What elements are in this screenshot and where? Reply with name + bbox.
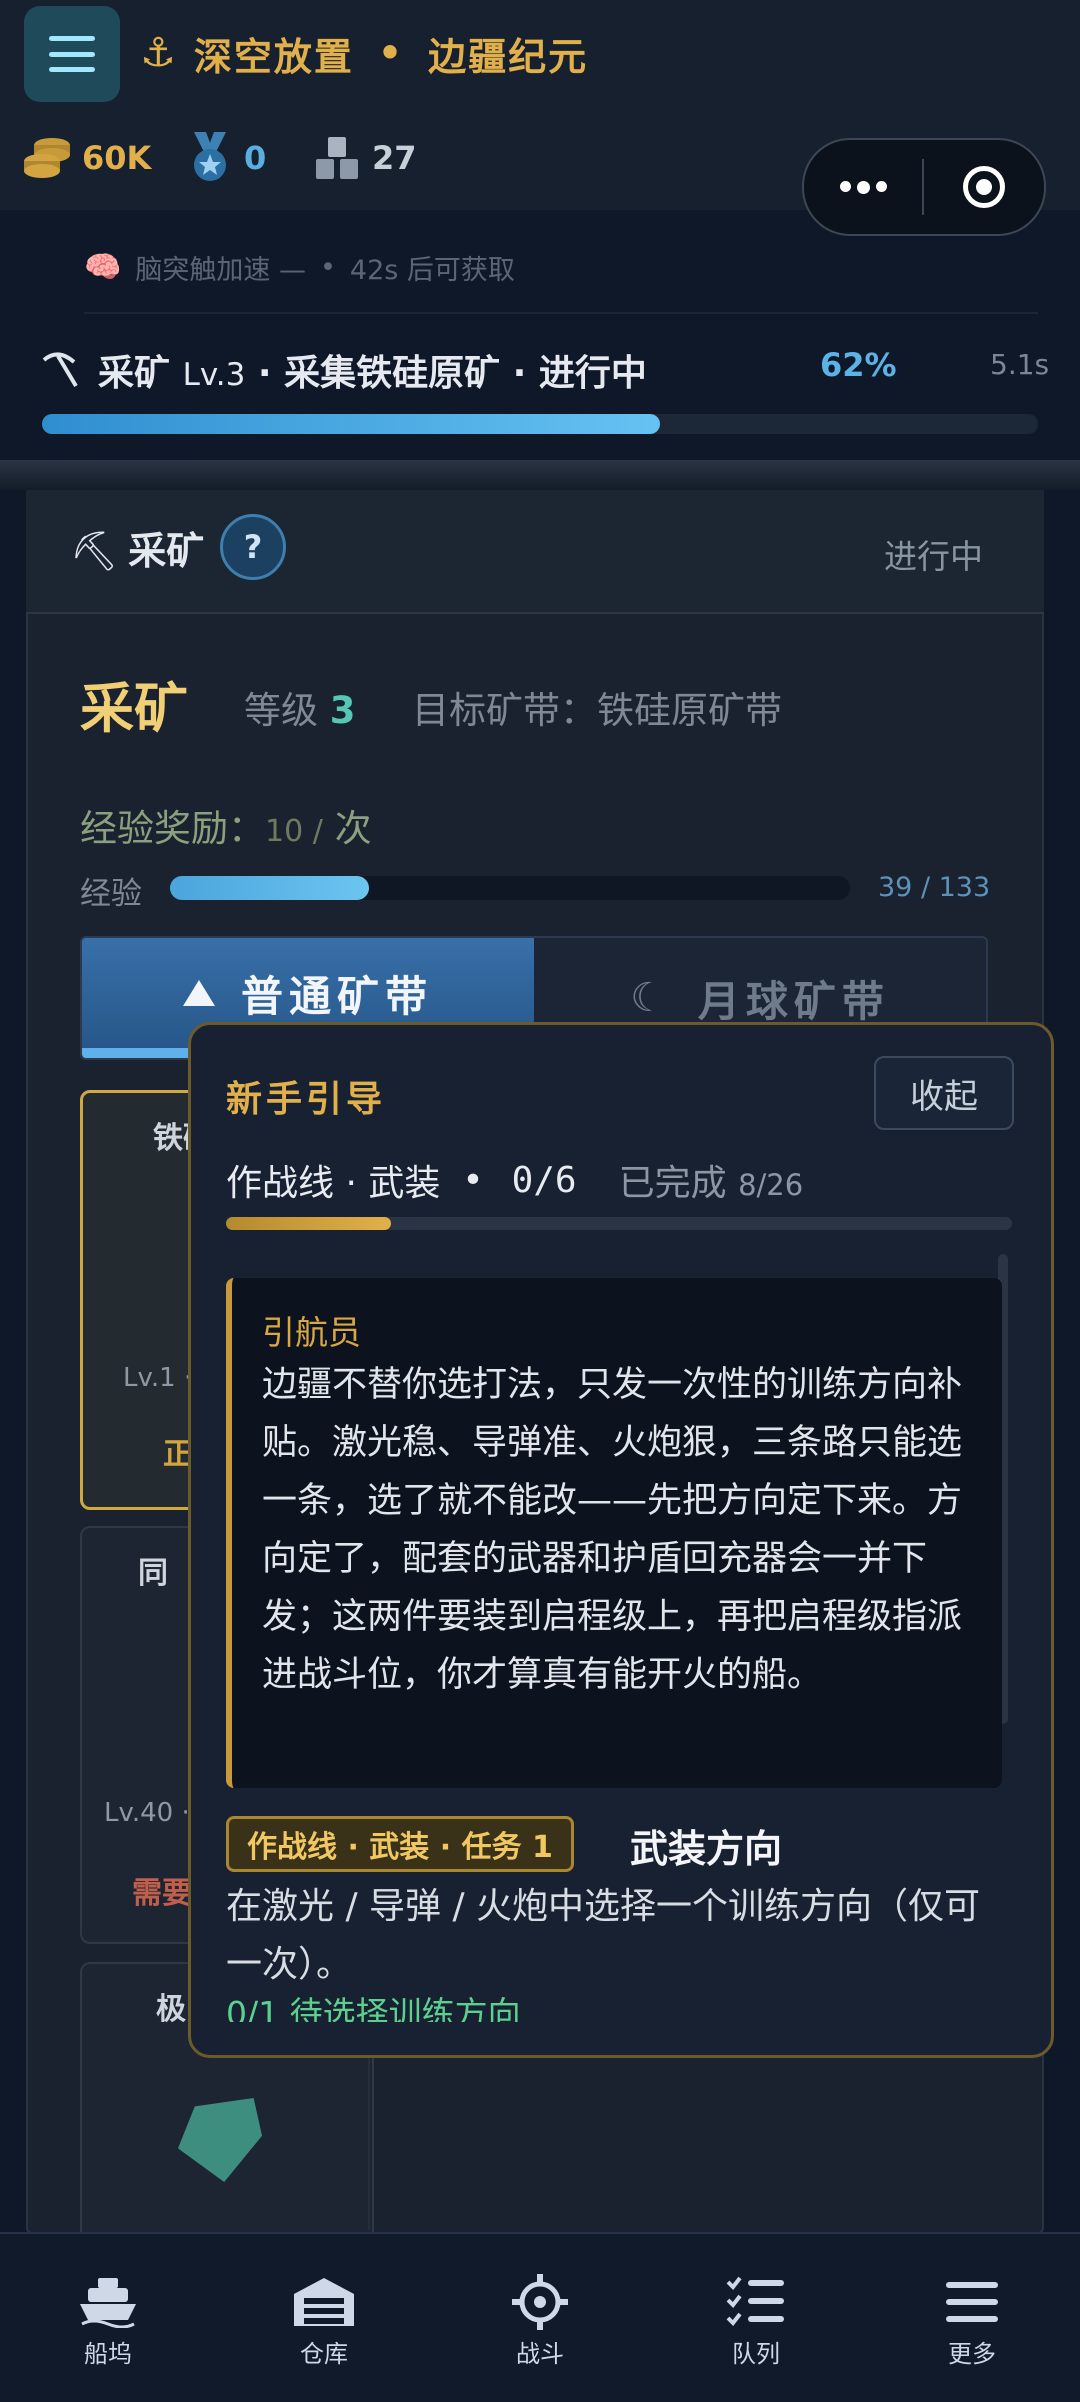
panel-status: 进行中 [884, 537, 983, 576]
collapse-button[interactable]: 收起 [874, 1056, 1014, 1130]
task-percent: 62% [820, 346, 897, 384]
brain-icon: 🧠 [84, 250, 122, 285]
nav-warehouse[interactable]: 仓库 [216, 2234, 432, 2402]
boost-hint-text: 脑突触加速 — [135, 255, 306, 286]
help-button[interactable]: ? [220, 514, 286, 580]
section-shade [0, 460, 1080, 490]
mini-program-capsule [802, 138, 1046, 236]
message-text: 边疆不替你选打法，只发一次性的训练方向补贴。激光稳、导弹准、火炮狠，三条路只能选… [262, 1365, 963, 1695]
coins-resource: 60K [22, 130, 151, 186]
exp-progress-fill [170, 876, 370, 900]
guide-progress-fill [226, 1217, 392, 1230]
target-icon [963, 166, 1005, 208]
questline-name: 作战线 · 武装 [226, 1163, 441, 1204]
exp-reward: 经验奖励：10 / 次 [80, 807, 372, 850]
task-progress-fill [42, 414, 660, 434]
nav-battle[interactable]: 战斗 [432, 2234, 648, 2402]
nav-queue[interactable]: 队列 [648, 2234, 864, 2402]
guide-completed: 已完成 8/26 [618, 1163, 804, 1204]
panel-header-title: ⛏ 采矿 [70, 529, 205, 573]
current-task-label: 采矿 Lv.3 · 采集铁硅原矿 · 进行中 [98, 353, 647, 394]
coins-value: 60K [82, 139, 152, 177]
task-time: 5.1s [990, 348, 1050, 381]
task-tag: 作战线 · 武装 · 任务 1 [226, 1816, 574, 1872]
exp-value: 39 / 133 [878, 872, 991, 903]
medals-resource: 0 [186, 130, 266, 186]
boost-hint: 🧠 脑突触加速 — • 42s 后可获取 [84, 248, 515, 287]
title-right: 边疆纪元 [428, 34, 589, 79]
parts-icon [316, 137, 358, 179]
guide-title: 新手引导 [226, 1079, 387, 1120]
parts-value: 27 [372, 139, 417, 177]
moon-icon: ☾ [630, 975, 672, 1021]
main-menu-button[interactable] [24, 6, 120, 102]
pickaxe-icon: ⛏ [70, 529, 119, 573]
task-progress-text: 0/1 待选择训练方向 [226, 1994, 521, 2022]
exp-label: 经验 [80, 876, 142, 912]
medal-icon [194, 132, 226, 181]
bottom-nav: 船坞 仓库 战斗 队列 更多 [0, 2232, 1080, 2402]
nav-label: 更多 [948, 2340, 996, 2368]
close-program-button[interactable] [924, 166, 1044, 208]
guide-questline: 作战线 · 武装 • 0/6 已完成 8/26 [226, 1154, 803, 1206]
nav-label: 队列 [732, 2340, 780, 2368]
skill-name: 采矿 [80, 677, 188, 740]
exp-progress-bar [170, 876, 850, 900]
crosshair-icon [508, 2274, 572, 2330]
questline-dot: • [462, 1159, 484, 1201]
more-options-button[interactable] [804, 180, 922, 194]
coin-stack-icon [24, 138, 70, 178]
ore-level: Lv.40 · [104, 1798, 190, 1828]
checklist-icon [724, 2274, 788, 2330]
pickaxe-icon [42, 352, 78, 388]
guide-progress-bar [226, 1217, 1012, 1230]
anchor-icon: ⚓ [140, 30, 178, 76]
title-left: 深空放置 [193, 34, 354, 79]
ore-level: Lv.1 · [123, 1363, 193, 1393]
mountain-icon [182, 980, 215, 1006]
parts-resource: 27 [312, 130, 417, 186]
nav-label: 船坞 [84, 2340, 132, 2368]
task-title: 武装方向 [630, 1827, 783, 1871]
title-separator: • [377, 31, 405, 75]
speaker-name: 引航员 [262, 1313, 361, 1352]
nav-label: 仓库 [300, 2340, 348, 2368]
skill-level: 等级 3 [244, 689, 356, 732]
app-title: ⚓ 深空放置 • 边疆纪元 [140, 22, 588, 84]
warehouse-icon [292, 2274, 356, 2330]
hamburger-icon [49, 36, 95, 72]
target-band: 目标矿带：铁硅原矿带 [412, 689, 782, 732]
task-description: 在激光 / 导弹 / 火炮中选择一个训练方向（仅可一次）。 [226, 1886, 981, 1985]
nav-label: 战斗 [516, 2340, 564, 2368]
boost-hint-time: 42s 后可获取 [349, 255, 515, 286]
task-progress-bar [42, 414, 1038, 434]
ore-status: 需要 [132, 1876, 192, 1911]
medals-value: 0 [244, 139, 267, 177]
menu-icon [940, 2274, 1004, 2330]
nav-more[interactable]: 更多 [864, 2234, 1080, 2402]
nav-dock[interactable]: 船坞 [0, 2234, 216, 2402]
ship-icon [76, 2274, 140, 2330]
questline-count: 0/6 [511, 1159, 577, 1201]
boost-hint-dot: • [319, 252, 336, 283]
divider [84, 312, 1038, 314]
